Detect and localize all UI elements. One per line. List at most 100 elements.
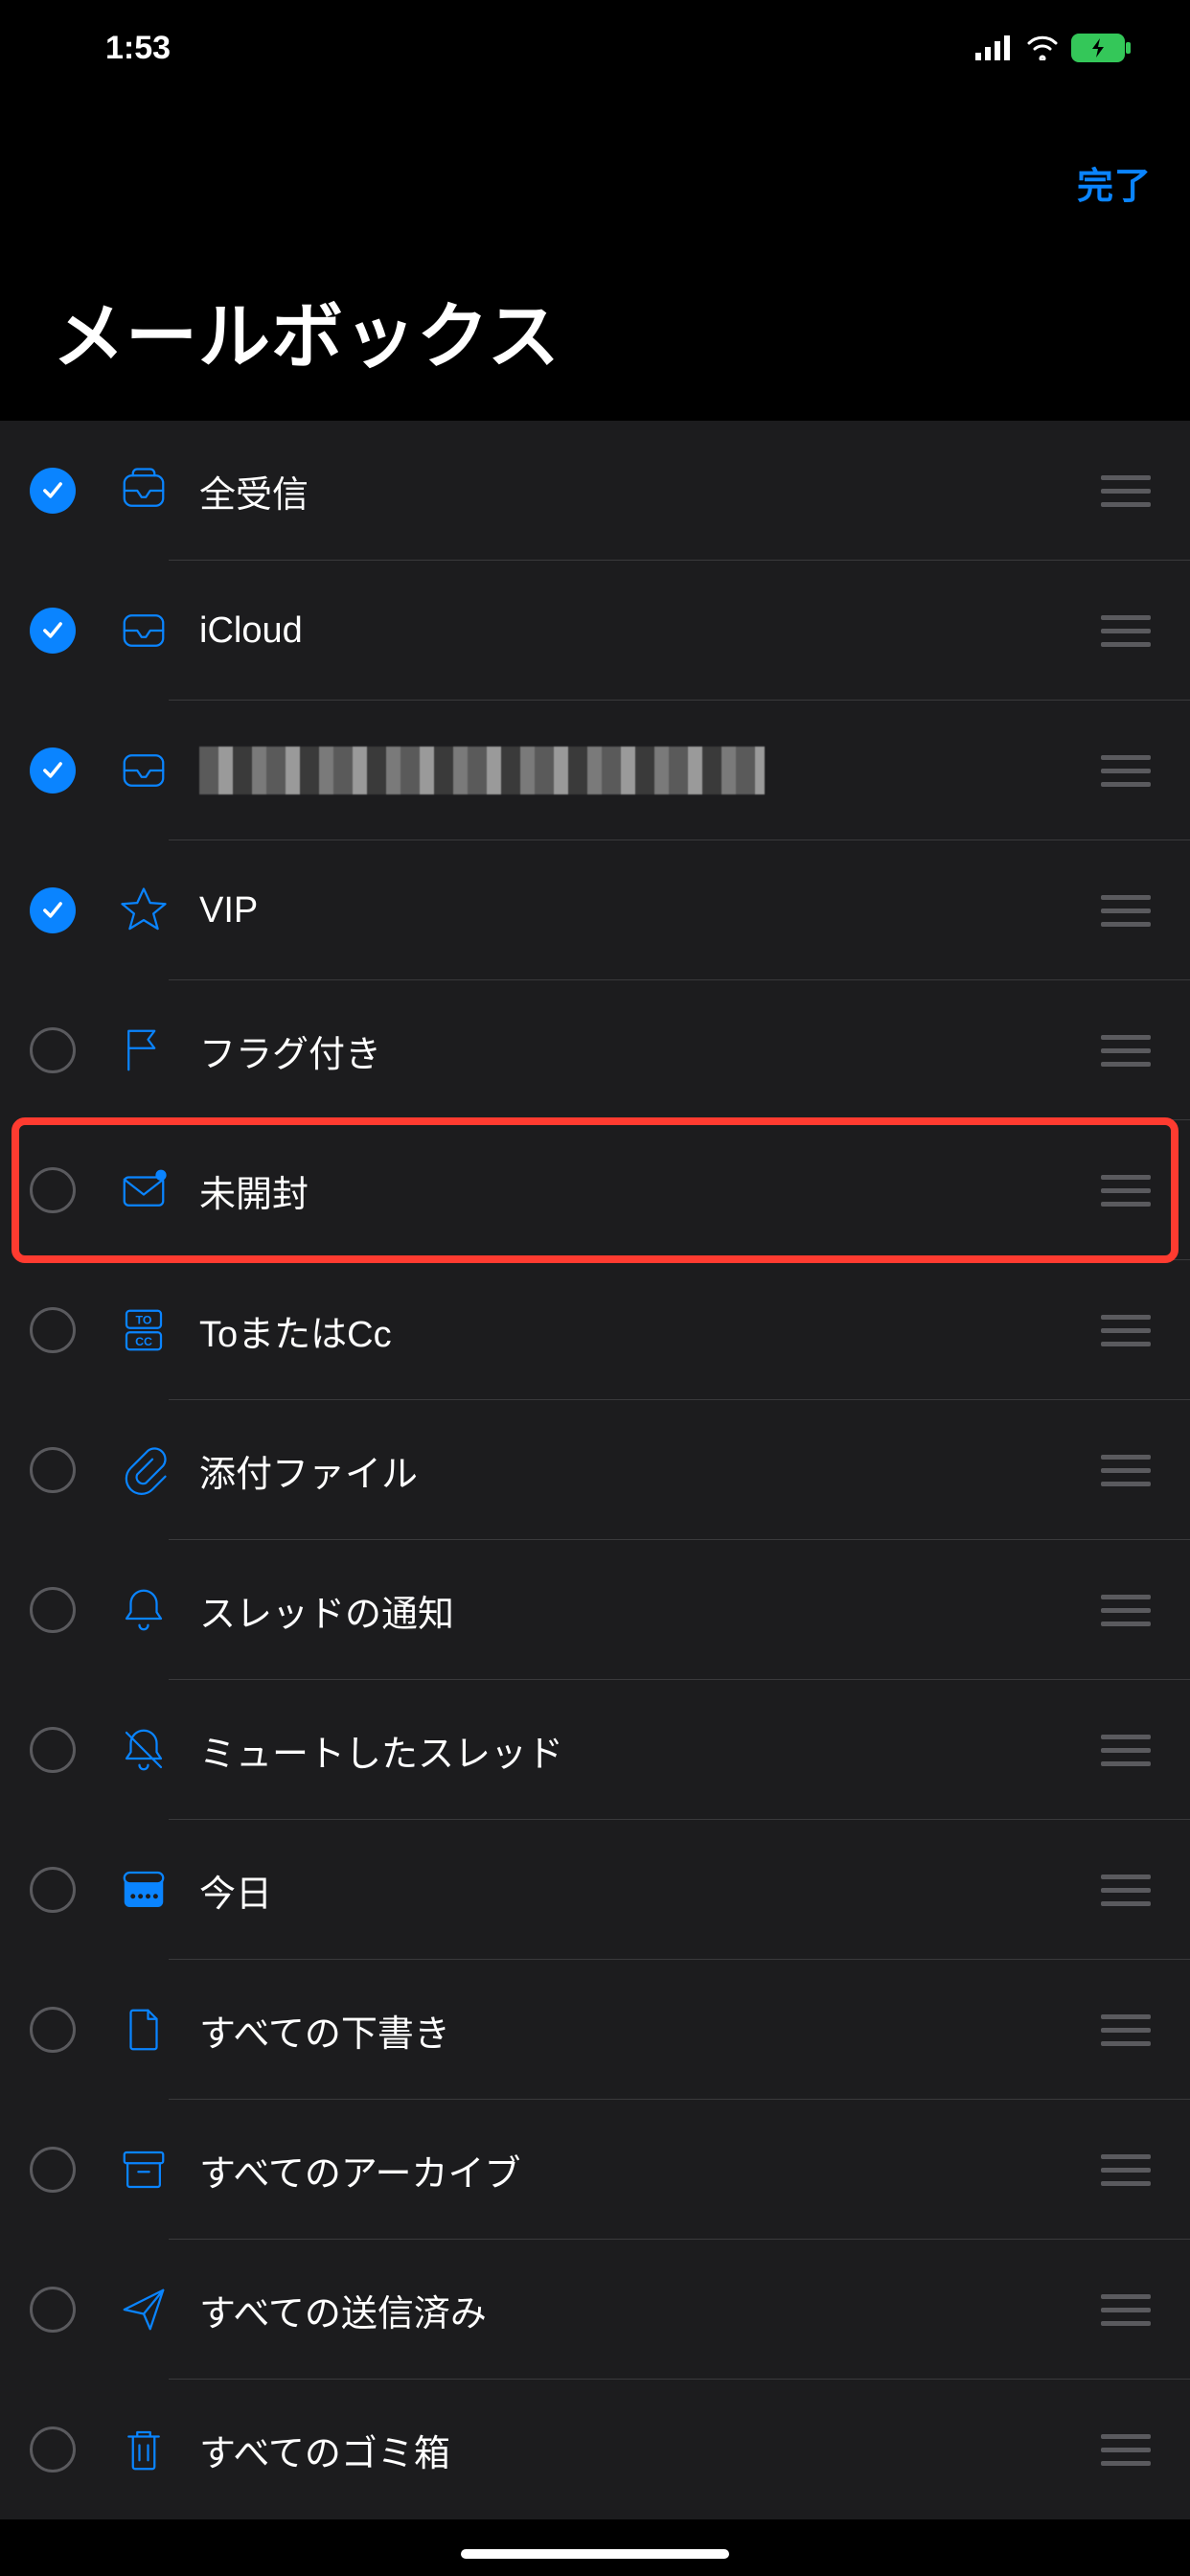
mailbox-row-flagged[interactable]: フラグ付き <box>0 980 1190 1120</box>
status-bar: 1:53 <box>0 0 1190 96</box>
reorder-handle-icon[interactable] <box>1092 1175 1159 1207</box>
mailbox-label: スレッドの通知 <box>182 1584 1092 1637</box>
checkbox-cell[interactable] <box>0 887 105 933</box>
checkbox-cell[interactable] <box>0 1167 105 1213</box>
checkbox-checked-icon[interactable] <box>30 608 76 654</box>
reorder-handle-icon[interactable] <box>1092 1455 1159 1486</box>
home-indicator <box>461 2549 729 2559</box>
mailbox-row-to-cc[interactable]: ToまたはCc <box>0 1260 1190 1400</box>
checkbox-checked-icon[interactable] <box>30 468 76 514</box>
reorder-handle-icon[interactable] <box>1092 2434 1159 2466</box>
checkbox-checked-icon[interactable] <box>30 887 76 933</box>
trash-icon <box>105 2424 182 2475</box>
mailbox-row-icloud[interactable]: iCloud <box>0 561 1190 701</box>
mailbox-label: ミュートしたスレッド <box>182 1724 1092 1777</box>
checkbox-cell[interactable] <box>0 1307 105 1353</box>
mailbox-row-attachments[interactable]: 添付ファイル <box>0 1400 1190 1540</box>
mailbox-row-muted[interactable]: ミュートしたスレッド <box>0 1680 1190 1820</box>
checkbox-unchecked-icon[interactable] <box>30 1867 76 1913</box>
checkbox-unchecked-icon[interactable] <box>30 2287 76 2333</box>
bell-slash-icon <box>105 1724 182 1776</box>
calendar-icon <box>105 1864 182 1916</box>
checkbox-unchecked-icon[interactable] <box>30 1027 76 1073</box>
reorder-handle-icon[interactable] <box>1092 475 1159 507</box>
redacted-account-name <box>199 747 765 794</box>
mailbox-row-all-sent[interactable]: すべての送信済み <box>0 2240 1190 2380</box>
mailbox-row-all-archive[interactable]: すべてのアーカイブ <box>0 2100 1190 2240</box>
mailbox-label: 添付ファイル <box>182 1444 1092 1497</box>
to-cc-icon <box>105 1304 182 1356</box>
star-icon <box>105 885 182 936</box>
checkbox-unchecked-icon[interactable] <box>30 1727 76 1773</box>
inbox-icon <box>105 605 182 656</box>
mailbox-label: 今日 <box>182 1864 1092 1917</box>
mailbox-row-all-drafts[interactable]: すべての下書き <box>0 1960 1190 2100</box>
mailbox-label: VIP <box>182 890 1092 932</box>
mailbox-row-vip[interactable]: VIP <box>0 840 1190 980</box>
mailbox-label: iCloud <box>182 610 1092 652</box>
checkbox-cell[interactable] <box>0 1587 105 1633</box>
checkbox-cell[interactable] <box>0 1447 105 1493</box>
checkbox-unchecked-icon[interactable] <box>30 2007 76 2053</box>
checkbox-unchecked-icon[interactable] <box>30 1167 76 1213</box>
checkbox-cell[interactable] <box>0 1867 105 1913</box>
battery-charging-icon <box>1071 34 1133 62</box>
mailbox-row-all-trash[interactable]: すべてのゴミ箱 <box>0 2380 1190 2519</box>
mailbox-row-unread[interactable]: 未開封 <box>0 1120 1190 1260</box>
mailbox-row-thread-notif[interactable]: スレッドの通知 <box>0 1540 1190 1680</box>
done-button[interactable]: 完了 <box>1077 156 1152 209</box>
status-time: 1:53 <box>105 30 171 67</box>
mailbox-row-today[interactable]: 今日 <box>0 1820 1190 1960</box>
reorder-handle-icon[interactable] <box>1092 2294 1159 2326</box>
checkbox-unchecked-icon[interactable] <box>30 2426 76 2472</box>
inbox-stack-icon <box>105 465 182 517</box>
reorder-handle-icon[interactable] <box>1092 2014 1159 2046</box>
checkbox-cell[interactable] <box>0 2426 105 2472</box>
mailbox-label: 全受信 <box>182 465 1092 518</box>
archive-icon <box>105 2144 182 2196</box>
reorder-handle-icon[interactable] <box>1092 1595 1159 1626</box>
mailbox-label: ToまたはCc <box>182 1304 1092 1357</box>
checkbox-cell[interactable] <box>0 468 105 514</box>
reorder-handle-icon[interactable] <box>1092 2154 1159 2186</box>
mailbox-label: すべてのゴミ箱 <box>182 2424 1092 2476</box>
nav-bar: 完了 <box>0 96 1190 268</box>
reorder-handle-icon[interactable] <box>1092 755 1159 787</box>
checkbox-cell[interactable] <box>0 2287 105 2333</box>
page-title: メールボックス <box>0 268 1190 421</box>
mailbox-row-account-2[interactable] <box>0 701 1190 840</box>
checkbox-cell[interactable] <box>0 1027 105 1073</box>
mailbox-label <box>182 747 1092 794</box>
reorder-handle-icon[interactable] <box>1092 615 1159 647</box>
checkbox-cell[interactable] <box>0 608 105 654</box>
checkbox-cell[interactable] <box>0 2007 105 2053</box>
checkbox-unchecked-icon[interactable] <box>30 2147 76 2193</box>
checkbox-unchecked-icon[interactable] <box>30 1447 76 1493</box>
toolbar: 新規メールボックス <box>0 2519 1190 2576</box>
status-indicators <box>975 34 1133 62</box>
checkbox-unchecked-icon[interactable] <box>30 1587 76 1633</box>
checkbox-checked-icon[interactable] <box>30 748 76 794</box>
mailbox-label: フラグ付き <box>182 1024 1092 1077</box>
reorder-handle-icon[interactable] <box>1092 1315 1159 1346</box>
checkbox-cell[interactable] <box>0 1727 105 1773</box>
reorder-handle-icon[interactable] <box>1092 1874 1159 1906</box>
bell-icon <box>105 1584 182 1636</box>
cellular-icon <box>975 35 1014 60</box>
flag-icon <box>105 1024 182 1076</box>
checkbox-cell[interactable] <box>0 2147 105 2193</box>
checkbox-cell[interactable] <box>0 748 105 794</box>
mailbox-label: すべての送信済み <box>182 2284 1092 2336</box>
envelope-dot-icon <box>105 1164 182 1216</box>
checkbox-unchecked-icon[interactable] <box>30 1307 76 1353</box>
reorder-handle-icon[interactable] <box>1092 1035 1159 1067</box>
document-icon <box>105 2004 182 2056</box>
mailbox-label: すべての下書き <box>182 2004 1092 2057</box>
mailbox-row-all-inboxes[interactable]: 全受信 <box>0 421 1190 561</box>
paperclip-icon <box>105 1444 182 1496</box>
mailbox-label: すべてのアーカイブ <box>182 2144 1092 2196</box>
reorder-handle-icon[interactable] <box>1092 1735 1159 1766</box>
mailbox-label: 未開封 <box>182 1164 1092 1217</box>
reorder-handle-icon[interactable] <box>1092 895 1159 927</box>
send-icon <box>105 2284 182 2335</box>
